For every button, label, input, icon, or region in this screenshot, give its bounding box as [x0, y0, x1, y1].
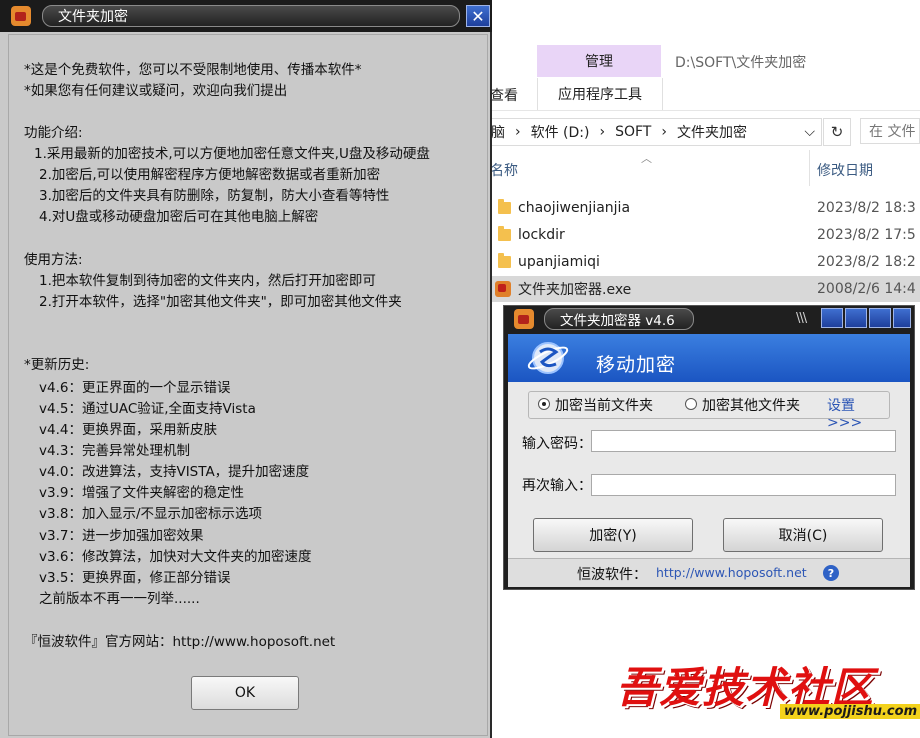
minimize-button[interactable]	[845, 308, 867, 328]
refresh-icon[interactable]: ↻	[823, 118, 851, 146]
feature-line: 2.加密后,可以使用解密程序方便地解密数据或者重新加密	[39, 167, 381, 183]
info-dialog: 文件夹加密 ✕ *这是个免费软件，您可以不受限制地使用、传播本软件* *如果您有…	[0, 0, 492, 738]
app-icon	[11, 6, 31, 26]
confirm-label: 再次输入：	[522, 478, 592, 494]
list-item[interactable]: chaojiwenjianjia 2023/8/2 18:3	[490, 195, 920, 221]
file-date: 2023/8/2 18:3	[817, 200, 916, 216]
info-dialog-titlebar[interactable]: 文件夹加密 ✕	[0, 0, 492, 32]
history-line: v3.6：修改算法，加快对大文件夹的加密速度	[39, 549, 312, 565]
file-name: upanjiamiqi	[518, 254, 600, 270]
feature-line: 4.对U盘或移动硬盘加密后可在其他电脑上解密	[39, 209, 319, 225]
encryptor-title: 文件夹加密器 v4.6	[544, 308, 694, 330]
radio-other-label[interactable]: 加密其他文件夹	[702, 395, 800, 415]
cancel-button[interactable]: 取消(C)	[723, 518, 883, 552]
usage-line: 2.打开本软件，选择"加密其他文件夹"，即可加密其他文件夹	[39, 294, 402, 310]
history-line: v4.5：通过UAC验证,全面支持Vista	[39, 401, 256, 417]
intro-line: *如果您有任何建议或疑问，欢迎向我们提出	[24, 83, 288, 99]
encryptor-window: 文件夹加密器 v4.6 \\\ 移动加密 加密当前文件夹 加密其他文件夹 设置>…	[503, 305, 915, 590]
ok-button[interactable]: OK	[191, 676, 299, 710]
globe-logo-icon	[527, 342, 569, 374]
mode-radio-group: 加密当前文件夹 加密其他文件夹 设置>>>	[528, 391, 890, 431]
history-line: 之前版本不再一一列举......	[39, 591, 200, 607]
titlebar-grip: \\\	[796, 311, 807, 326]
password-field[interactable]	[591, 430, 896, 452]
ribbon-tab-app-tools[interactable]: 应用程序工具	[537, 78, 663, 110]
exe-app-icon	[495, 281, 511, 297]
window-path-title: D:\SOFT\文件夹加密	[675, 55, 807, 71]
website-line: 『恒波软件』官方网站：http://www.hoposoft.net	[24, 634, 336, 650]
list-item[interactable]: lockdir 2023/8/2 17:5	[490, 222, 920, 248]
help-icon[interactable]: ?	[823, 565, 839, 581]
history-line: v3.7：进一步加强加密效果	[39, 528, 204, 544]
banner-title: 移动加密	[596, 354, 677, 376]
intro-line: *这是个免费软件，您可以不受限制地使用、传播本软件*	[24, 62, 362, 78]
info-dialog-title: 文件夹加密	[42, 5, 460, 27]
file-date: 2008/2/6 14:4	[817, 281, 916, 297]
breadcrumb-separator: ›	[599, 124, 606, 140]
breadcrumb-soft[interactable]: SOFT	[615, 124, 651, 140]
radio-other-folder[interactable]	[685, 398, 697, 410]
file-name: chaojiwenjianjia	[518, 200, 631, 216]
history-line: v4.6：更正界面的一个显示错误	[39, 380, 231, 396]
chevron-down-icon[interactable]: ⌵	[804, 124, 815, 140]
file-date: 2023/8/2 17:5	[817, 227, 916, 243]
history-line: v4.0：改进算法，支持VISTA，提升加密速度	[39, 464, 310, 480]
file-name: 文件夹加密器.exe	[518, 282, 632, 298]
address-bar[interactable]: 脑 › 软件 (D:) › SOFT › 文件夹加密 ⌵	[490, 118, 822, 146]
password-label: 输入密码：	[522, 436, 592, 452]
section-heading: *更新历史:	[24, 357, 90, 373]
settings-link[interactable]: 设置>>>	[827, 395, 889, 431]
close-button[interactable]: ✕	[466, 5, 490, 27]
ribbon-tab-manage-label: 管理	[585, 54, 613, 70]
file-date: 2023/8/2 18:2	[817, 254, 916, 270]
folder-icon	[498, 253, 511, 268]
skin-button[interactable]	[821, 308, 843, 328]
column-divider[interactable]	[809, 150, 810, 186]
usage-line: 1.把本软件复制到待加密的文件夹内，然后打开加密即可	[39, 273, 376, 289]
history-line: v4.3：完善异常处理机制	[39, 443, 190, 459]
breadcrumb-separator: ›	[515, 124, 521, 140]
file-name: lockdir	[518, 227, 565, 243]
folder-icon	[498, 226, 511, 241]
breadcrumb-0[interactable]: 脑	[491, 122, 505, 142]
history-line: v3.5：更换界面，修正部分错误	[39, 570, 231, 586]
section-heading: 使用方法:	[24, 252, 83, 268]
feature-line: 3.加密后的文件夹具有防删除，防复制，防大小查看等特性	[39, 188, 390, 204]
list-item[interactable]: upanjiamiqi 2023/8/2 18:2	[490, 249, 920, 275]
folder-icon	[498, 199, 511, 214]
close-button[interactable]	[893, 308, 911, 328]
sort-arrow-icon: ︿	[641, 152, 652, 165]
history-line: v4.4：更换界面，采用新皮肤	[39, 422, 217, 438]
breadcrumb-current[interactable]: 文件夹加密	[677, 122, 747, 142]
footer-company: 恒波软件：	[577, 567, 647, 583]
radio-current-folder[interactable]	[538, 398, 550, 410]
list-item[interactable]: 文件夹加密器.exe 2008/2/6 14:4	[490, 276, 920, 302]
history-line: v3.9：增强了文件夹解密的稳定性	[39, 485, 244, 501]
watermark-url: www.pojjishu.com	[780, 704, 920, 719]
confirm-password-field[interactable]	[591, 474, 896, 496]
ribbon-tab-app-tools-label: 应用程序工具	[558, 87, 642, 103]
search-input[interactable]: 在 文件	[860, 118, 920, 144]
footer-url-link[interactable]: http://www.hoposoft.net	[656, 565, 807, 580]
maximize-button[interactable]	[869, 308, 891, 328]
section-heading: 功能介绍:	[24, 125, 83, 141]
encrypt-button[interactable]: 加密(Y)	[533, 518, 693, 552]
banner: 移动加密	[508, 334, 910, 382]
breadcrumb-drive[interactable]: 软件 (D:)	[531, 122, 590, 142]
column-header-name[interactable]: 名称	[490, 160, 518, 180]
history-line: v3.8：加入显示/不显示加密标示选项	[39, 506, 263, 522]
ribbon-tab-view[interactable]: 查看	[490, 85, 518, 105]
encryptor-footer: 恒波软件： http://www.hoposoft.net ?	[508, 558, 910, 587]
ribbon-tab-manage[interactable]: 管理	[537, 45, 661, 77]
breadcrumb-separator: ›	[661, 124, 667, 140]
app-icon	[514, 309, 534, 329]
radio-current-label[interactable]: 加密当前文件夹	[555, 395, 653, 415]
column-header-modified[interactable]: 修改日期	[817, 160, 873, 180]
site-watermark-logo: 吾爱技术社区 www.pojjishu.com	[610, 652, 920, 738]
ribbon-toolbar: 查看 应用程序工具	[490, 78, 920, 111]
feature-line: 1.采用最新的加密技术,可以方便地加密任意文件夹,U盘及移动硬盘	[34, 146, 430, 162]
